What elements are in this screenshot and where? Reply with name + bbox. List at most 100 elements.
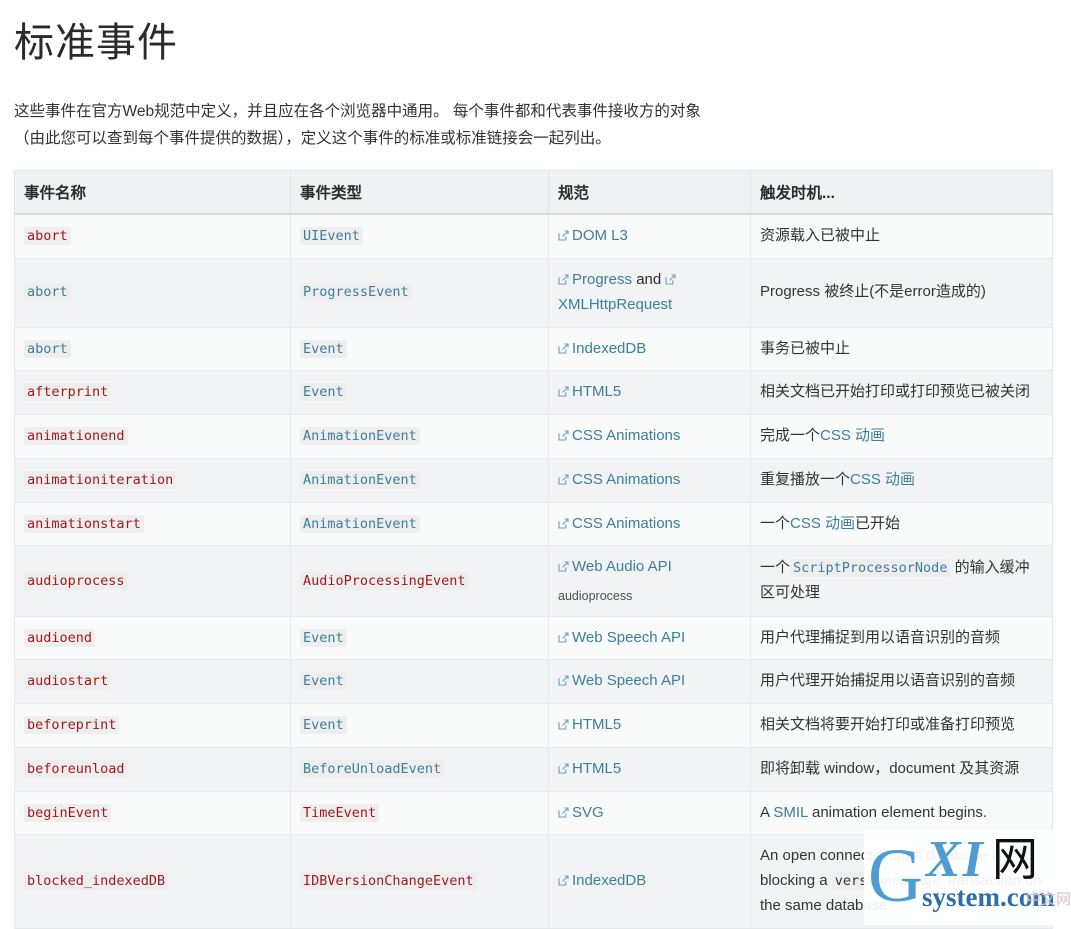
cell-spec: Web Speech API xyxy=(548,615,751,661)
event-name-code[interactable]: abort xyxy=(24,283,71,302)
external-link-icon xyxy=(558,342,569,354)
cell-trigger-description: 重复播放一个CSS 动画 xyxy=(750,457,1053,503)
cell-event-type: Event xyxy=(290,703,549,748)
external-link-icon xyxy=(558,763,569,774)
description-code: versionchange xyxy=(831,872,944,891)
event-type-code[interactable]: AnimationEvent xyxy=(300,427,420,445)
cell-spec: HTML5 xyxy=(548,746,751,792)
cell-trigger-description: 相关文档已开始打印或打印预览已被关闭 xyxy=(750,370,1053,415)
external-link-icon xyxy=(558,719,569,730)
cell-trigger-description: An open connection to a database is bloc… xyxy=(750,834,1053,929)
table-header-row: 事件名称 事件类型 规范 触发时机... xyxy=(14,170,1053,216)
cell-event-name: abort xyxy=(14,258,291,328)
external-link-icon xyxy=(558,875,569,886)
column-header-trigger: 触发时机... xyxy=(750,170,1053,216)
cell-spec: CSS Animations xyxy=(548,501,751,547)
cell-event-name: beginEvent xyxy=(14,790,291,836)
description-link[interactable]: CSS 动画 xyxy=(790,515,855,532)
table-body: abort UIEvent DOM L3 资源载入已被中止 abort ProgressE… xyxy=(14,213,1053,929)
intro-paragraph: 这些事件在官方Web规范中定义，并且应在各个浏览器中通用。 每个事件都和代表事件… xyxy=(14,103,701,148)
spec-link[interactable]: SVG xyxy=(572,804,604,821)
cell-trigger-description: 一个 ScriptProcessorNode 的输入缓冲区可处理 xyxy=(750,545,1053,617)
table-row: animationstart AnimationEvent CSS Animatio… xyxy=(14,501,1053,547)
event-type-code[interactable]: Event xyxy=(300,716,347,735)
cell-event-name: blocked_indexedDB xyxy=(14,834,291,929)
description-link[interactable]: CSS 动画 xyxy=(850,471,915,488)
spec-link[interactable]: Web Speech API xyxy=(572,629,685,646)
external-link-icon xyxy=(665,274,676,285)
event-type-code[interactable]: AnimationEvent xyxy=(300,470,420,489)
table-row: animationiteration AnimationEvent CSS Anim… xyxy=(14,457,1053,503)
event-type-code[interactable]: Event xyxy=(300,339,347,358)
spec-link[interactable]: CSS Animations xyxy=(572,515,680,532)
cell-trigger-description: 用户代理捕捉到用以语音识别的音频 xyxy=(750,615,1053,661)
description-text: 一个 xyxy=(760,514,791,532)
event-name-code: abort xyxy=(24,227,71,246)
cell-trigger-description: 相关文档将要开始打印或准备打印预览 xyxy=(750,703,1053,748)
spec-link[interactable]: IndexedDB xyxy=(572,340,646,357)
spec-link[interactable]: HTML5 xyxy=(572,716,621,733)
page-title: 标准事件 xyxy=(14,21,178,65)
event-type-code[interactable]: UIEvent xyxy=(300,227,363,246)
cell-spec: Web Speech API xyxy=(548,659,751,705)
event-type-code[interactable]: Event xyxy=(300,672,347,691)
external-link-icon xyxy=(558,274,569,285)
cell-event-name: animationstart xyxy=(14,501,291,547)
spec-link[interactable]: Web Audio API xyxy=(572,558,672,575)
description-text: 一个 xyxy=(760,559,791,577)
description-text: 事务已被中止 xyxy=(760,339,851,357)
spec-link[interactable]: Web Speech API xyxy=(572,672,685,689)
description-link[interactable]: SMIL xyxy=(773,804,807,821)
cell-event-type: Event xyxy=(290,370,549,415)
description-text: 相关文档已开始打印或打印预览已被关闭 xyxy=(760,383,1031,401)
event-type-code[interactable]: AnimationEvent xyxy=(300,514,420,533)
external-link-icon xyxy=(558,807,569,818)
column-header-event-type: 事件类型 xyxy=(290,170,549,216)
cell-event-type: BeforeUnloadEvent xyxy=(290,746,549,792)
spec-subtext: audioprocess xyxy=(558,589,633,603)
cell-event-type: AnimationEvent xyxy=(290,414,549,459)
event-name-code: audioend xyxy=(24,628,96,647)
cell-spec: CSS Animations xyxy=(548,414,751,459)
spec-link[interactable]: CSS Animations xyxy=(572,427,680,444)
spec-link[interactable]: DOM L3 xyxy=(572,227,628,244)
table-row: audiostart Event Web Speech API 用户代理开始捕捉用以语… xyxy=(14,659,1053,705)
spec-link[interactable]: HTML5 xyxy=(572,760,621,777)
table-row: animationend AnimationEvent CSS Animations… xyxy=(14,414,1053,459)
event-name-code[interactable]: abort xyxy=(24,339,71,358)
description-link[interactable]: CSS 动画 xyxy=(820,427,885,444)
cell-event-name: audioprocess xyxy=(14,545,291,617)
event-type-code[interactable]: Event xyxy=(300,383,347,402)
standard-events-table: 事件名称 事件类型 规范 触发时机... abort UIEvent DOM L3 资… xyxy=(14,170,1053,929)
cell-spec: CSS Animations xyxy=(548,457,751,503)
cell-event-name: abort xyxy=(14,326,291,372)
event-type-code[interactable]: ProgressEvent xyxy=(300,283,412,302)
description-text: a xyxy=(815,872,832,890)
spec-link[interactable]: XMLHttpRequest xyxy=(558,296,672,313)
cell-trigger-description: 完成一个CSS 动画 xyxy=(750,414,1053,459)
cell-event-name: animationiteration xyxy=(14,457,291,503)
cell-event-type: AudioProcessingEvent xyxy=(290,545,549,617)
spec-link[interactable]: Progress xyxy=(572,271,632,288)
table-row: afterprint Event HTML5 相关文档已开始打印或打印预览已被关闭 xyxy=(14,370,1053,415)
cell-trigger-description: Progress 被终止(不是error造成的) xyxy=(750,258,1053,328)
table-row: abort Event IndexedDB 事务已被中止 xyxy=(14,326,1053,372)
spec-link[interactable]: CSS Animations xyxy=(572,471,680,488)
event-type-code[interactable]: BeforeUnloadEvent xyxy=(300,759,445,778)
cell-trigger-description: 用户代理开始捕捉用以语音识别的音频 xyxy=(750,659,1053,705)
external-link-icon xyxy=(558,430,569,441)
description-code-link[interactable]: ScriptProcessorNode xyxy=(790,559,951,578)
description-text: 已开始 xyxy=(855,514,901,532)
event-name-code: blocked_indexedDB xyxy=(24,872,169,891)
cell-event-type: Event xyxy=(290,326,549,372)
description-text: 完成一个 xyxy=(760,427,821,444)
cell-event-name: beforeunload xyxy=(14,746,291,792)
spec-link[interactable]: HTML5 xyxy=(572,383,621,400)
spec-separator-text: and xyxy=(632,271,666,288)
cell-spec: Progress and XMLHttpRequest xyxy=(548,258,751,328)
description-text: animation element begins. xyxy=(807,803,988,821)
table-row: abort UIEvent DOM L3 资源载入已被中止 xyxy=(14,213,1053,260)
spec-link[interactable]: IndexedDB xyxy=(572,872,646,889)
table-row: audioprocess AudioProcessingEvent Web Audi… xyxy=(14,545,1053,617)
event-type-code[interactable]: Event xyxy=(300,628,347,647)
